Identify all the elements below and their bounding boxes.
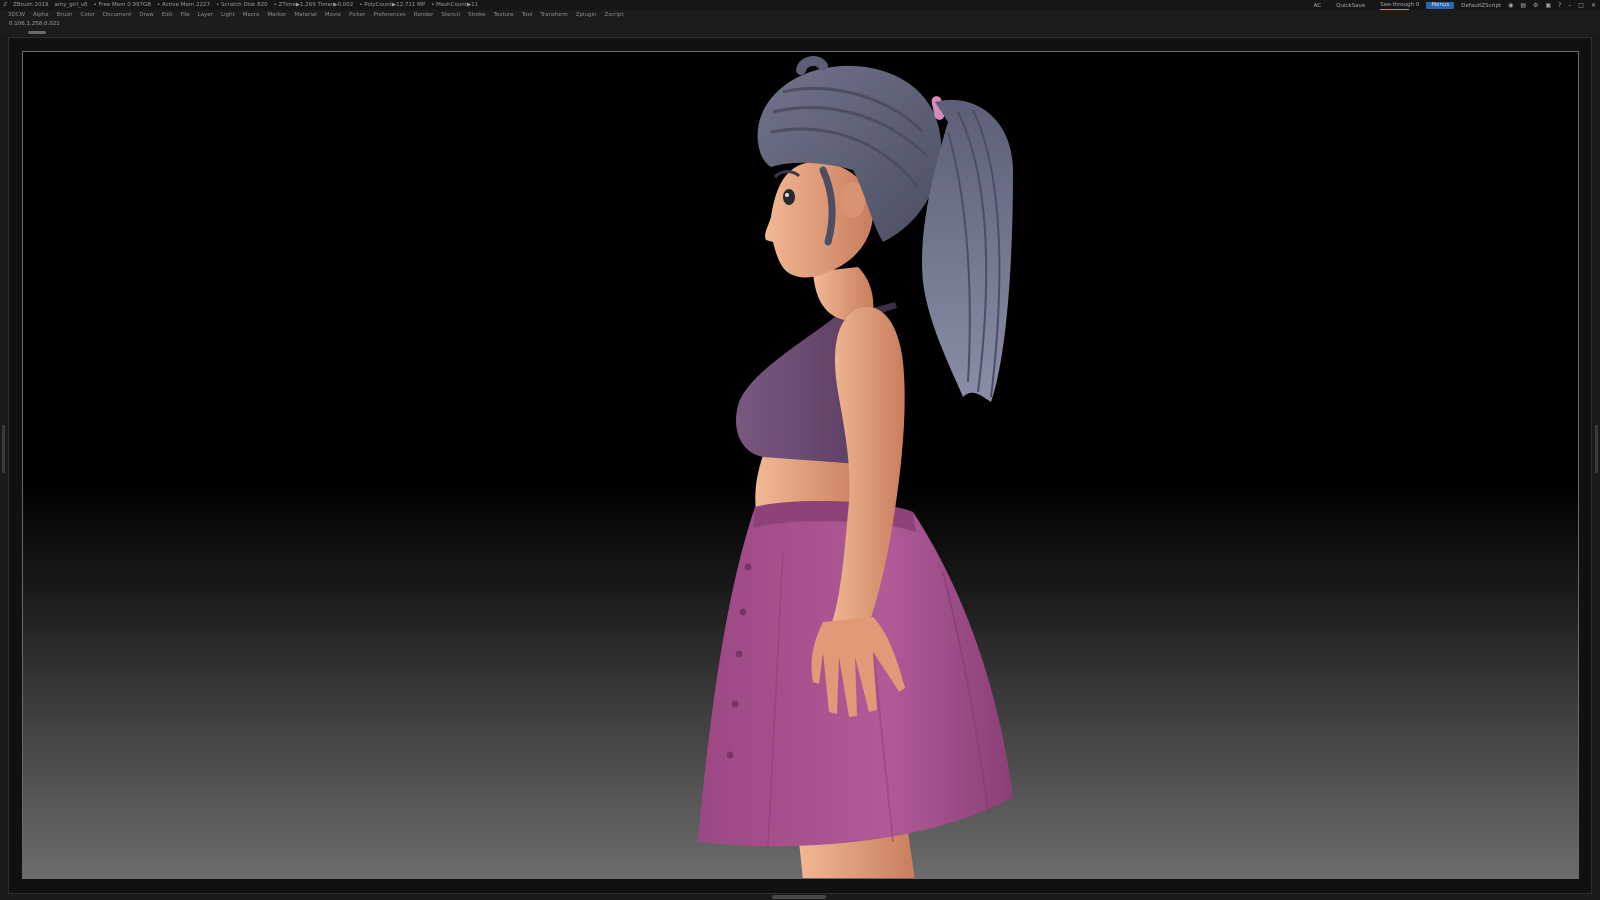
meshcount: • MeshCount▶11	[431, 2, 479, 8]
ac-button[interactable]: AC	[1314, 1, 1322, 11]
face	[765, 161, 873, 278]
skirt-button	[726, 751, 734, 759]
menu-item-marker[interactable]: Marker	[267, 10, 286, 20]
close-icon[interactable]: ✕	[1591, 1, 1596, 11]
right-tray-handle[interactable]	[1595, 425, 1598, 473]
menu-item-texture[interactable]: Texture	[494, 10, 514, 20]
menu-item-3dcw[interactable]: 3DCW	[8, 10, 25, 20]
help-icon[interactable]: ?	[1558, 1, 1561, 11]
menu-item-light[interactable]: Light	[221, 10, 235, 20]
lock-icon[interactable]: ▣	[1545, 1, 1551, 11]
menu-item-edit[interactable]: Edit	[162, 10, 173, 20]
skirt-button	[739, 608, 747, 616]
menu-item-layer[interactable]: Layer	[198, 10, 213, 20]
menu-item-macro[interactable]: Macro	[243, 10, 260, 20]
menu-item-draw[interactable]: Draw	[139, 10, 153, 20]
title-bar: ℤ ZBrush 2019 amy_girl_v8 • Free Mem 0.997G…	[0, 0, 1600, 10]
menu-item-zscript[interactable]: Zscript	[604, 10, 623, 20]
menu-item-material[interactable]: Material	[294, 10, 316, 20]
menus-button[interactable]: Menus	[1426, 2, 1455, 9]
bottom-tray-handle[interactable]	[772, 895, 826, 899]
document-name: amy_girl_v8	[54, 2, 88, 8]
menu-item-document[interactable]: Document	[103, 10, 132, 20]
left-tray-handle[interactable]	[2, 425, 5, 473]
menu-item-movie[interactable]: Movie	[325, 10, 341, 20]
skirt-button	[731, 700, 739, 708]
ztime: • ZTime▶1.269 Timer▶0.002	[273, 2, 354, 8]
menu-item-stroke[interactable]: Stroke	[468, 10, 486, 20]
title-status: ℤ ZBrush 2019 amy_girl_v8 • Free Mem 0.997G…	[3, 0, 484, 10]
menu-item-transform[interactable]: Transform	[540, 10, 567, 20]
info-bar: 0.106,1.258,0.021	[0, 20, 1600, 36]
menu-item-zplugin[interactable]: Zplugin	[576, 10, 597, 20]
polycount: • PolyCount▶12.711 MP	[359, 2, 426, 8]
coordinates-readout: 0.106,1.258,0.021	[9, 21, 60, 27]
menu-item-preferences[interactable]: Preferences	[373, 10, 405, 20]
hair-bun	[796, 56, 828, 75]
menu-item-alpha[interactable]: Alpha	[33, 10, 49, 20]
layout-icon[interactable]: ▤	[1520, 1, 1526, 11]
menu-item-tool[interactable]: Tool	[522, 10, 533, 20]
eye	[783, 189, 795, 205]
menu-item-color[interactable]: Color	[81, 10, 95, 20]
menu-item-brush[interactable]: Brush	[57, 10, 73, 20]
menu-item-file[interactable]: File	[180, 10, 189, 20]
maximize-icon[interactable]: □	[1578, 1, 1584, 11]
skirt-button	[735, 650, 743, 658]
default-zscript-button[interactable]: DefaultZScript	[1461, 1, 1501, 11]
menu-items: 3DCW Alpha Brush Color Document Draw Edit File L…	[8, 10, 624, 20]
menu-item-stencil[interactable]: Stencil	[441, 10, 460, 20]
settings-icon[interactable]: ⚙	[1533, 1, 1538, 11]
app-name: ZBrush 2019	[13, 2, 49, 8]
minimize-icon[interactable]: –	[1568, 1, 1571, 11]
skirt-button	[744, 563, 752, 571]
viewport-canvas[interactable]	[22, 51, 1579, 879]
sculpt-model	[698, 56, 1013, 878]
camera-icon[interactable]: ◉	[1508, 1, 1513, 11]
menu-item-render[interactable]: Render	[414, 10, 434, 20]
quicksave-button[interactable]: QuickSave	[1336, 1, 1365, 11]
scratch-disk: • Scratch Disk 820	[215, 2, 268, 8]
active-mem: • Active Mem 2227	[156, 2, 210, 8]
menu-item-picker[interactable]: Picker	[349, 10, 365, 20]
free-mem: • Free Mem 0.997GB	[93, 2, 151, 8]
zbrush-logo-icon: ℤ	[3, 2, 8, 8]
menu-bar: 3DCW Alpha Brush Color Document Draw Edit File L…	[0, 10, 1600, 20]
tray-scroll-thumb[interactable]	[28, 31, 46, 34]
